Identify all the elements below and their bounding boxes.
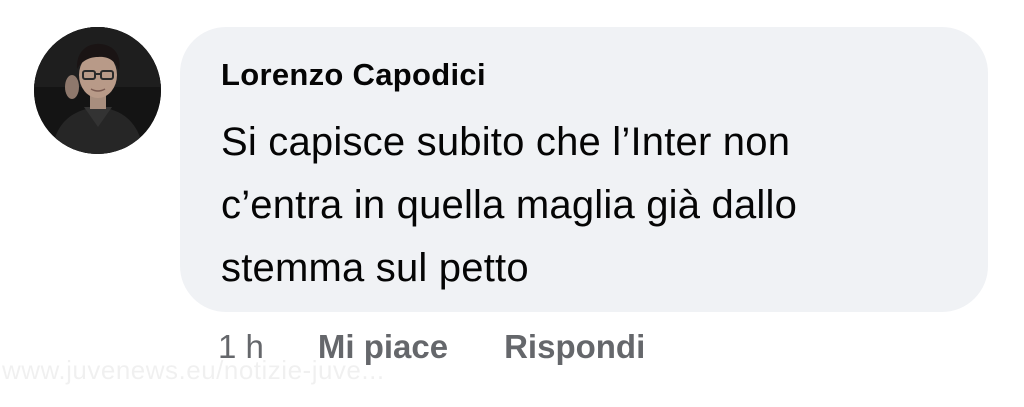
comment-text: Si capisce subito che l’Inter non c’entr… <box>221 111 961 300</box>
watermark: www.juvenews.eu/notizie-juve... <box>2 355 385 385</box>
comment-text-line: stemma sul petto <box>221 246 529 290</box>
comment-text-line: Si capisce subito che l’Inter non <box>221 120 791 164</box>
avatar-photo <box>34 27 161 154</box>
comment-author[interactable]: Lorenzo Capodici <box>221 57 486 93</box>
avatar[interactable] <box>34 27 161 154</box>
reply-button[interactable]: Rispondi <box>504 328 645 366</box>
comment-bubble: Lorenzo Capodici Si capisce subito che l… <box>180 27 988 312</box>
comment: Lorenzo Capodici Si capisce subito che l… <box>0 0 1024 407</box>
comment-text-line: c’entra in quella maglia già dallo <box>221 183 798 227</box>
